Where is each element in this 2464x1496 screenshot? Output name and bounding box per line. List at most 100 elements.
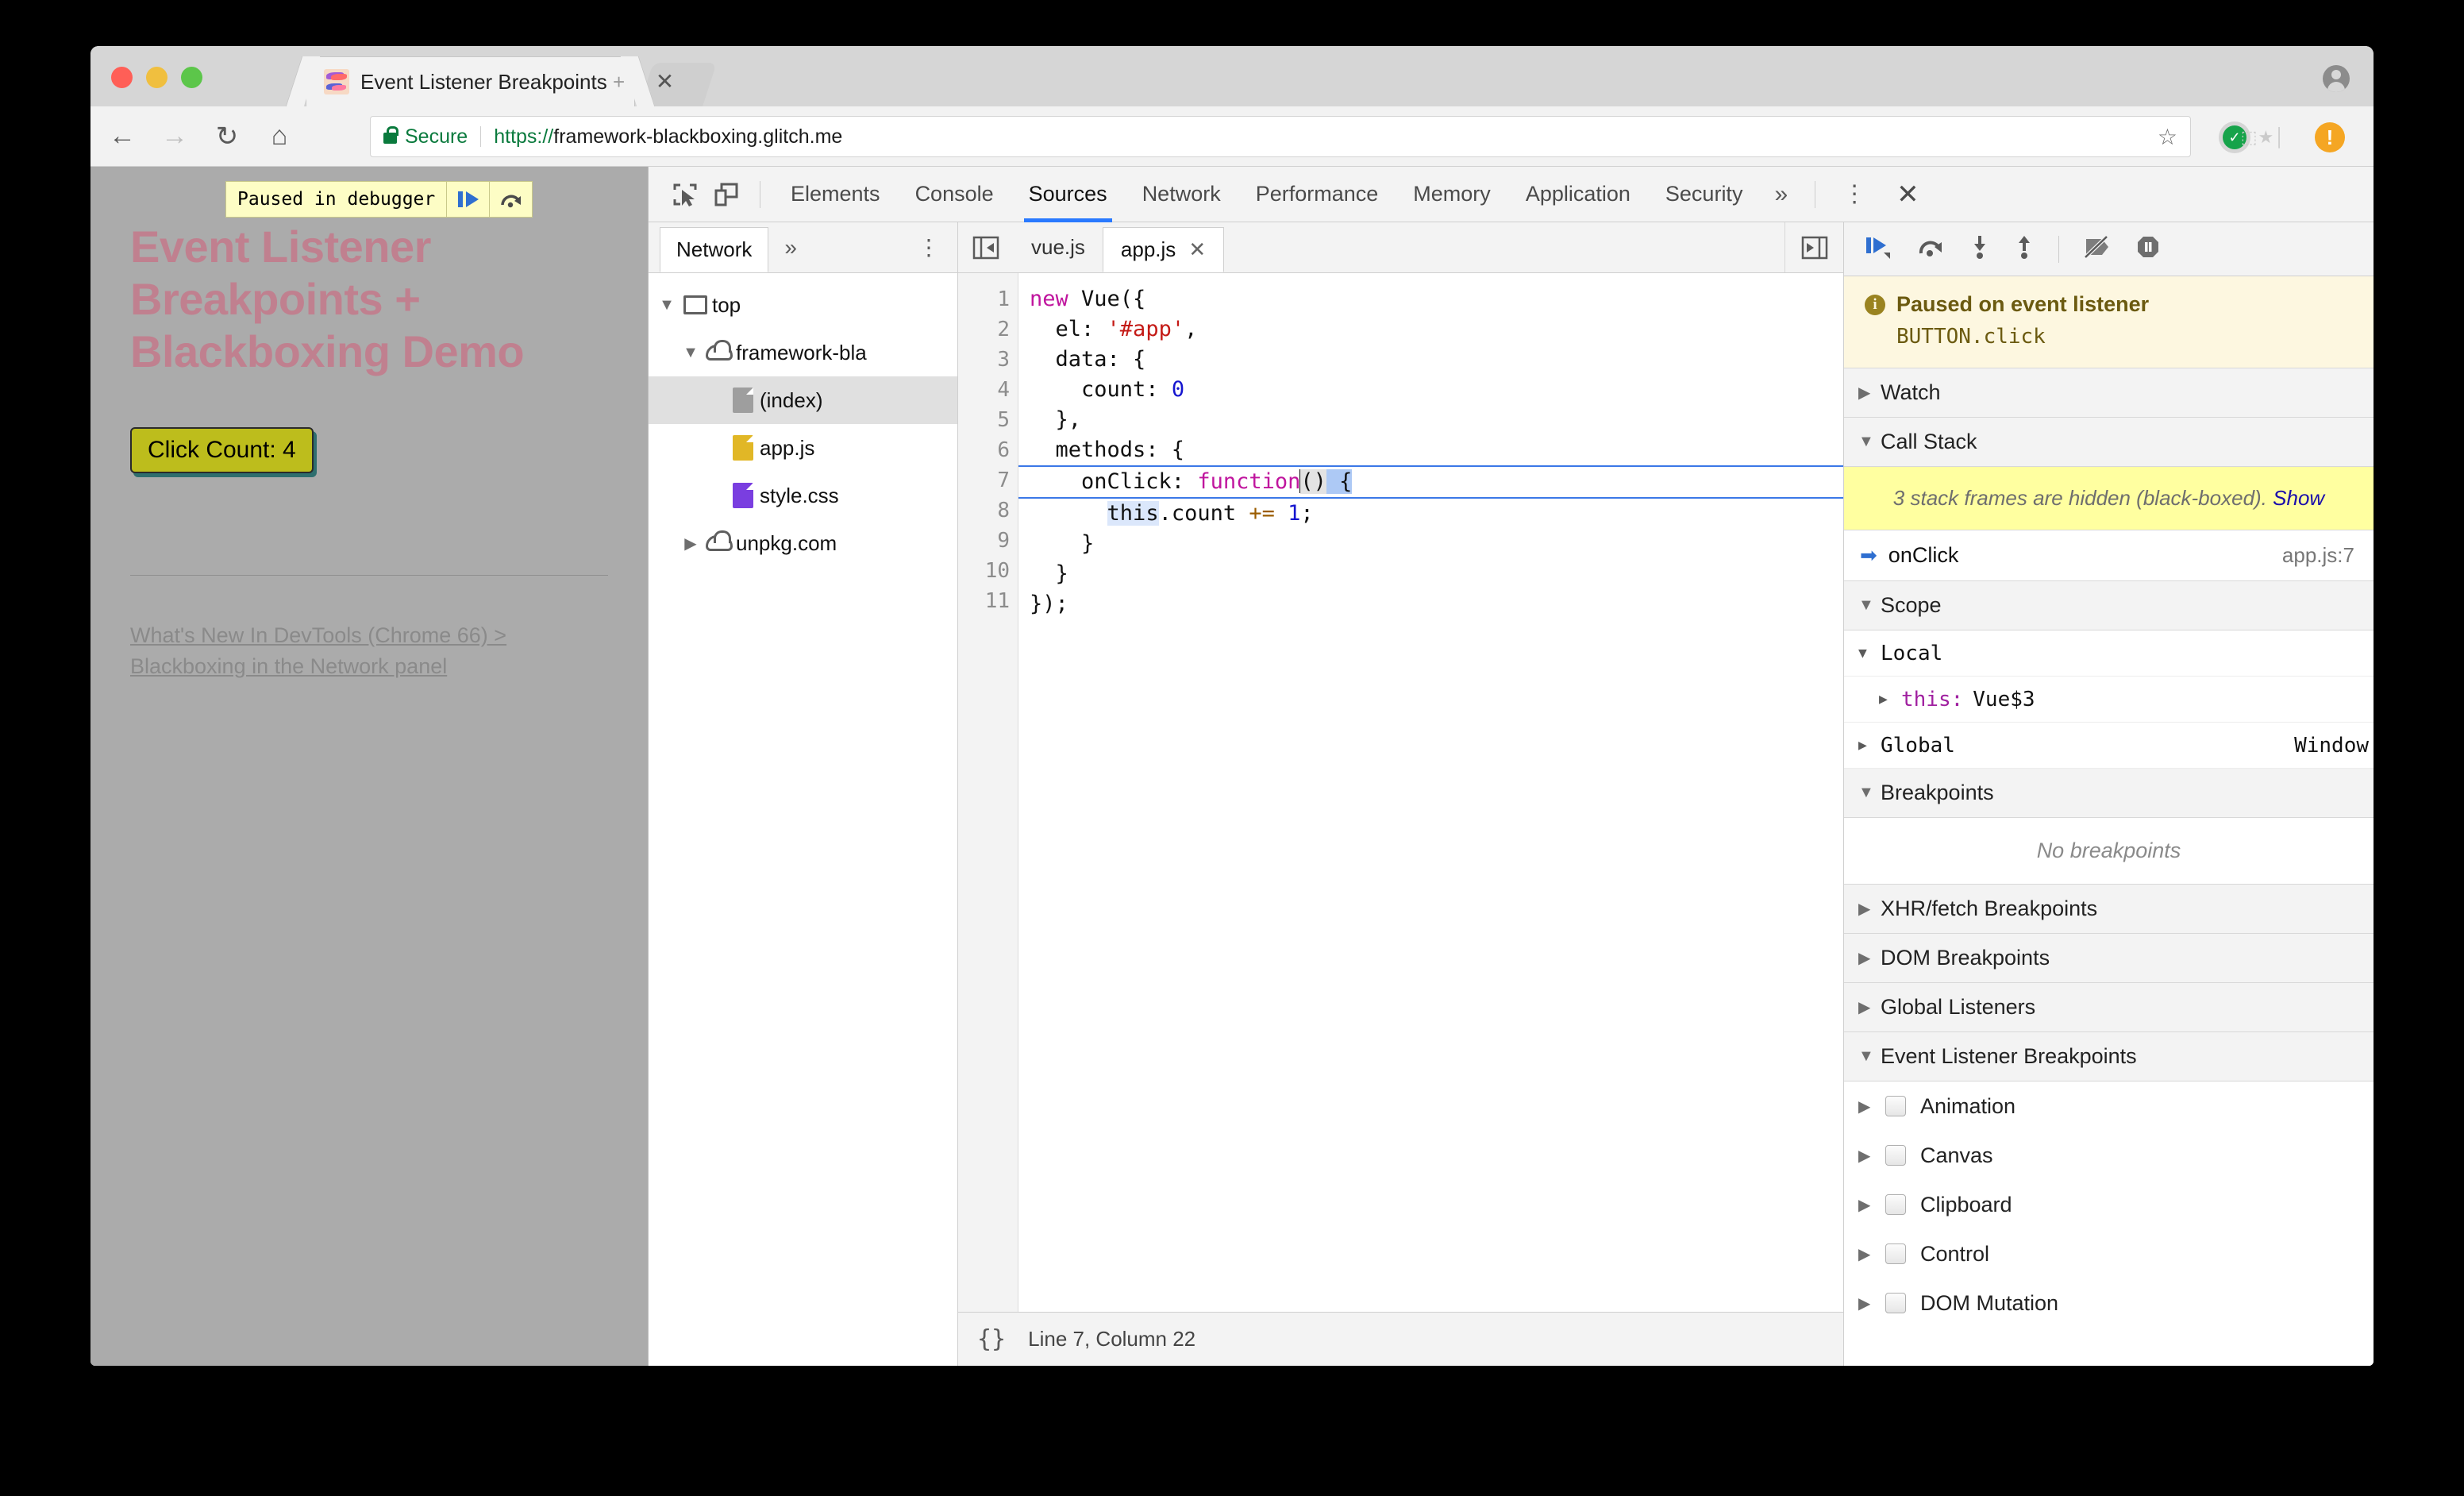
navigator-more-icon[interactable]: » — [768, 222, 813, 272]
chevron-right-icon[interactable]: ▶ — [1858, 1195, 1885, 1215]
pretty-print-icon[interactable]: {} — [977, 1325, 1006, 1353]
code-content[interactable]: new Vue({ el: '#app', data: { count: 0 }… — [1018, 273, 1843, 1312]
checkbox[interactable] — [1885, 1243, 1906, 1265]
checkbox[interactable] — [1885, 1293, 1906, 1314]
step-over-icon[interactable] — [489, 182, 532, 217]
extension-faint-icon[interactable]: ⬚★│ — [2241, 127, 2286, 148]
navigator-kebab-icon[interactable]: ⋮ — [900, 222, 957, 272]
section-watch[interactable]: ▶ Watch — [1844, 368, 2374, 418]
deactivate-breakpoints-icon[interactable] — [2083, 234, 2112, 264]
document-icon — [726, 435, 760, 461]
devtools-settings-kebab-icon[interactable]: ⋮ — [1828, 180, 1881, 208]
tab-sources[interactable]: Sources — [1011, 167, 1125, 222]
event-category-dom-mutation[interactable]: ▶ DOM Mutation — [1844, 1278, 2374, 1328]
show-blackboxed-link[interactable]: Show — [2273, 486, 2324, 510]
browser-window: Event Listener Breakpoints + B ✕ ← → ↻ ⌂… — [90, 46, 2374, 1366]
chevron-right-icon[interactable]: ▶ — [1858, 1146, 1885, 1166]
resume-script-icon[interactable] — [1865, 234, 1893, 264]
chevron-right-icon[interactable]: ▶ — [1858, 737, 1881, 754]
step-out-icon[interactable] — [2014, 234, 2035, 264]
chevron-down-icon[interactable]: ▼ — [1858, 784, 1881, 802]
event-category-animation[interactable]: ▶ Animation — [1844, 1082, 2374, 1132]
forward-icon[interactable]: → — [154, 116, 195, 157]
back-icon[interactable]: ← — [102, 116, 143, 157]
chevron-right-icon[interactable]: ▶ — [1858, 997, 1881, 1017]
pause-on-exceptions-icon[interactable] — [2135, 234, 2161, 264]
reload-icon[interactable]: ↻ — [206, 116, 248, 157]
bookmark-star-icon[interactable]: ☆ — [2158, 124, 2177, 150]
sources-navigator: Network » ⋮ ▼ top ▼ framework-bla (index… — [649, 222, 958, 1366]
tab-performance[interactable]: Performance — [1238, 167, 1396, 222]
scope-global[interactable]: ▶ Global Window — [1844, 723, 2374, 769]
section-call-stack[interactable]: ▼ Call Stack — [1844, 418, 2374, 467]
code-area[interactable]: 1 2 3 4 5 6 7 8 9 10 11 new Vue({ el: '#app', data… — [958, 273, 1843, 1312]
editor-tab-app-js[interactable]: app.js ✕ — [1102, 227, 1225, 272]
close-icon[interactable]: ✕ — [1188, 237, 1206, 262]
section-scope[interactable]: ▼ Scope — [1844, 581, 2374, 631]
window-close-button[interactable] — [111, 67, 133, 88]
tree-item-style-css[interactable]: style.css — [649, 472, 957, 519]
more-tabs-icon[interactable]: » — [1760, 181, 1802, 208]
chevron-down-icon[interactable]: ▼ — [1858, 645, 1881, 661]
checkbox[interactable] — [1885, 1145, 1906, 1166]
chevron-right-icon[interactable]: ▶ — [1858, 948, 1881, 968]
call-stack-frame-onclick[interactable]: ➡ onClick app.js:7 — [1844, 530, 2374, 582]
chevron-down-icon[interactable]: ▼ — [1858, 433, 1881, 451]
chevron-down-icon[interactable]: ▼ — [679, 344, 703, 362]
device-toolbar-icon[interactable] — [706, 174, 747, 215]
resume-icon[interactable] — [446, 182, 489, 217]
tree-item-app-js[interactable]: app.js — [649, 424, 957, 472]
section-breakpoints[interactable]: ▼ Breakpoints — [1844, 769, 2374, 819]
chevron-down-icon[interactable]: ▼ — [655, 296, 679, 314]
tree-item-unpkg[interactable]: ▶ unpkg.com — [649, 519, 957, 567]
section-xhr-breakpoints[interactable]: ▶ XHR/fetch Breakpoints — [1844, 885, 2374, 935]
tab-memory[interactable]: Memory — [1396, 167, 1508, 222]
tab-application[interactable]: Application — [1508, 167, 1648, 222]
tab-security[interactable]: Security — [1648, 167, 1761, 222]
checkbox[interactable] — [1885, 1194, 1906, 1216]
click-count-button[interactable]: Click Count: 4 — [130, 427, 314, 474]
avatar[interactable] — [2323, 65, 2350, 92]
step-into-icon[interactable] — [1969, 234, 1990, 264]
chevron-right-icon[interactable]: ▶ — [1879, 691, 1901, 708]
window-minimize-button[interactable] — [146, 67, 167, 88]
extension-warning-icon[interactable]: ! — [2315, 122, 2345, 152]
tab-elements[interactable]: Elements — [773, 167, 898, 222]
event-category-control[interactable]: ▶ Control — [1844, 1229, 2374, 1279]
close-icon[interactable]: ✕ — [656, 71, 674, 93]
navigator-tab-network[interactable]: Network — [660, 227, 769, 272]
scope-local[interactable]: ▼ Local — [1844, 630, 2374, 677]
step-over-icon[interactable] — [1917, 234, 1946, 264]
tab-console[interactable]: Console — [898, 167, 1011, 222]
browser-tab-active[interactable]: Event Listener Breakpoints + B ✕ — [306, 56, 674, 106]
chevron-down-icon[interactable]: ▼ — [1858, 1047, 1881, 1066]
editor-tab-vue-js[interactable]: vue.js — [1014, 222, 1103, 272]
chevron-down-icon[interactable]: ▼ — [1858, 596, 1881, 615]
url-bar[interactable]: Secure https://framework-blackboxing.gli… — [370, 116, 2191, 157]
section-event-listener-breakpoints[interactable]: ▼ Event Listener Breakpoints — [1844, 1032, 2374, 1082]
event-category-clipboard[interactable]: ▶ Clipboard — [1844, 1180, 2374, 1230]
tree-item-top[interactable]: ▼ top — [649, 281, 957, 329]
chevron-right-icon[interactable]: ▶ — [1858, 1097, 1885, 1116]
checkbox[interactable] — [1885, 1096, 1906, 1117]
show-navigator-icon[interactable] — [958, 222, 1014, 272]
show-debugger-icon[interactable] — [1784, 222, 1843, 272]
scope-this[interactable]: ▶ this: Vue$3 — [1844, 677, 2374, 723]
tree-item-index[interactable]: (index) — [649, 376, 957, 424]
section-global-listeners[interactable]: ▶ Global Listeners — [1844, 983, 2374, 1033]
highlighted-code-line[interactable]: onClick: function() { — [1018, 465, 1843, 499]
inspect-element-icon[interactable] — [664, 174, 706, 215]
home-icon[interactable]: ⌂ — [259, 116, 300, 157]
event-category-canvas[interactable]: ▶ Canvas — [1844, 1131, 2374, 1181]
chevron-right-icon[interactable]: ▶ — [1858, 1244, 1885, 1264]
chevron-right-icon[interactable]: ▶ — [679, 534, 703, 553]
chevron-right-icon[interactable]: ▶ — [1858, 383, 1881, 403]
chevron-right-icon[interactable]: ▶ — [1858, 899, 1881, 919]
tree-item-framework-blackboxing[interactable]: ▼ framework-bla — [649, 329, 957, 376]
whats-new-link[interactable]: What's New In DevTools (Chrome 66) > Bla… — [130, 620, 608, 682]
section-dom-breakpoints[interactable]: ▶ DOM Breakpoints — [1844, 934, 2374, 984]
chevron-right-icon[interactable]: ▶ — [1858, 1294, 1885, 1313]
window-maximize-button[interactable] — [181, 67, 202, 88]
devtools-close-icon[interactable]: ✕ — [1881, 179, 1935, 210]
tab-network[interactable]: Network — [1125, 167, 1238, 222]
